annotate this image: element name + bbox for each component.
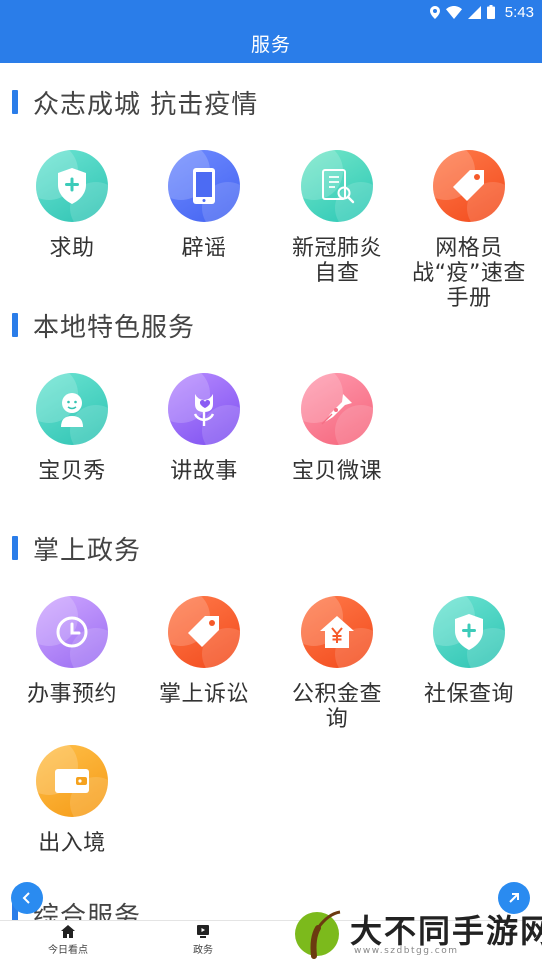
tile-label: 讲故事: [170, 459, 238, 484]
nav-today-highlights[interactable]: 今日看点: [28, 925, 108, 956]
site-watermark: 大不同手游网 www.szdbtgg.com: [292, 900, 542, 964]
battery-icon: [486, 5, 495, 19]
tile-appointment[interactable]: 办事预约: [6, 596, 138, 707]
tile-label: 求助: [49, 236, 95, 261]
section-header: 众志成城 抗击疫情: [12, 87, 258, 120]
wifi-icon: [445, 5, 462, 19]
section-title: 综合服务: [33, 901, 142, 921]
nav-label: 政务: [193, 945, 213, 956]
section-title: 掌上政务: [33, 535, 142, 566]
baby-icon: [61, 393, 83, 427]
chevron-left-icon: [22, 892, 30, 904]
section-accent-bar: [12, 313, 18, 337]
section-accent-bar: [12, 536, 18, 560]
flower-icon: [193, 394, 215, 426]
tile-social-security[interactable]: 社保查询: [403, 596, 535, 707]
tile-label: 出入境: [38, 831, 106, 856]
tile-label: 宝贝微课: [291, 459, 382, 484]
document-search-icon: [322, 169, 355, 204]
tile-label: 公积金查 询: [291, 682, 382, 732]
pen-nib-icon: [321, 394, 352, 425]
location-icon: [429, 5, 440, 19]
tile-label: 新冠肺炎 自查: [291, 236, 382, 286]
watermark-logo-icon: [295, 910, 341, 959]
house-yuan-icon: [320, 616, 354, 648]
section-accent-bar: [12, 90, 18, 114]
tile-label: 掌上诉讼: [158, 682, 249, 707]
tag-icon: [453, 170, 484, 201]
nav-government[interactable]: 政务: [163, 925, 243, 956]
tile-label: 社保查询: [423, 682, 514, 707]
tile-label: 网格员 战“疫”速查 手册: [412, 236, 526, 311]
app-bar: 服务: [0, 24, 542, 63]
tile-storytelling[interactable]: 讲故事: [138, 373, 270, 484]
watermark-url: www.szdbtgg.com: [354, 946, 459, 956]
page-title: 服务: [250, 34, 291, 56]
tile-covid-selfcheck[interactable]: 新冠肺炎 自查: [271, 150, 403, 286]
services-scroll-area[interactable]: 众志成城 抗击疫情 求助 辟谣 新冠肺炎 自查 网格员 战“疫”速查 手册 本地…: [0, 63, 542, 920]
tile-rumor[interactable]: 辟谣: [138, 150, 270, 261]
section-header: 掌上政务: [12, 533, 141, 566]
wallet-icon: [55, 769, 89, 793]
shield-plus-icon: [58, 168, 86, 204]
tile-baby-show[interactable]: 宝贝秀: [6, 373, 138, 484]
tile-label: 宝贝秀: [38, 459, 106, 484]
status-time: 5:43: [504, 3, 534, 21]
tile-housing-fund[interactable]: 公积金查 询: [271, 596, 403, 732]
back-float-button[interactable]: [11, 882, 43, 914]
signal-icon: [467, 5, 481, 19]
status-bar: 5:43: [0, 0, 542, 24]
tile-grid-handbook[interactable]: 网格员 战“疫”速查 手册: [403, 150, 535, 311]
nav-label: 今日看点: [48, 945, 88, 956]
clock-icon: [56, 616, 88, 648]
tile-label: 辟谣: [181, 236, 227, 261]
status-icons: 5:43: [429, 3, 534, 21]
tile-help[interactable]: 求助: [6, 150, 138, 261]
tile-label: 办事预约: [26, 682, 117, 707]
shield-plus-icon: [455, 614, 483, 650]
tag-icon: [188, 616, 219, 647]
tile-baby-class[interactable]: 宝贝微课: [271, 373, 403, 484]
tile-exit-entry[interactable]: 出入境: [6, 745, 138, 856]
section-title: 众志成城 抗击疫情: [33, 89, 259, 120]
section-title: 本地特色服务: [33, 312, 196, 343]
home-icon: [61, 925, 75, 938]
tile-litigation[interactable]: 掌上诉讼: [138, 596, 270, 707]
section-header: 本地特色服务: [12, 310, 195, 343]
tv-icon: [197, 925, 209, 938]
phone-icon: [193, 168, 215, 204]
